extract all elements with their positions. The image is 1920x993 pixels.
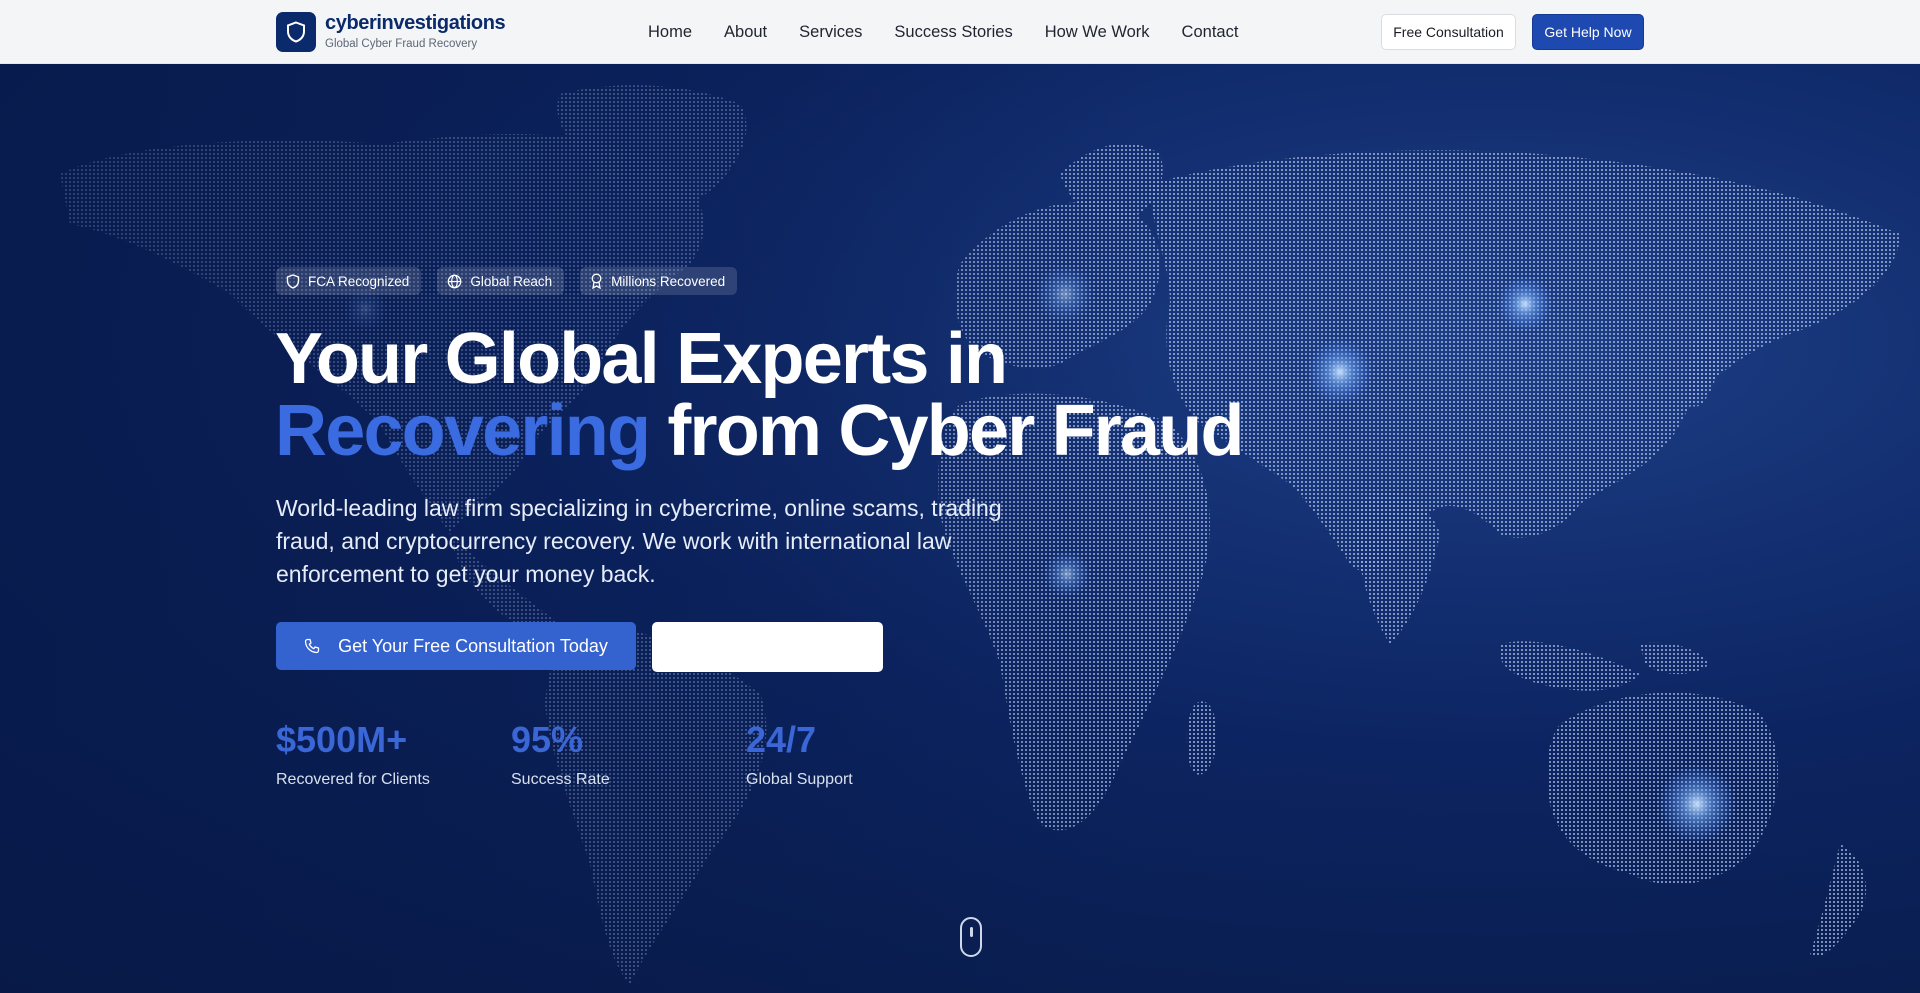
free-consultation-cta-button[interactable]: Get Your Free Consultation Today bbox=[276, 622, 636, 670]
stat-value: $500M+ bbox=[276, 719, 408, 760]
shield-icon bbox=[286, 273, 300, 289]
globe-icon bbox=[447, 274, 462, 288]
nav-services[interactable]: Services bbox=[799, 19, 862, 45]
scroll-down-indicator[interactable] bbox=[960, 917, 982, 957]
nav-about[interactable]: About bbox=[724, 19, 767, 45]
shield-icon bbox=[276, 12, 316, 52]
free-consultation-button[interactable]: Free Consultation bbox=[1381, 14, 1516, 50]
stat-label: Recovered for Clients bbox=[276, 771, 430, 788]
award-icon bbox=[591, 273, 602, 289]
badge-label: Global Reach bbox=[470, 273, 553, 289]
badge-global: Global Reach bbox=[437, 267, 565, 295]
phone-icon bbox=[304, 638, 320, 654]
stat-support: 24/7 Global Support bbox=[746, 718, 981, 789]
hero-headline: Your Global Experts in Recovering from C… bbox=[275, 323, 1275, 467]
hero-description: World-leading law firm specializing in c… bbox=[276, 495, 1002, 587]
stat-label: Success Rate bbox=[511, 771, 610, 788]
nav-success-stories[interactable]: Success Stories bbox=[894, 19, 1012, 45]
hero-stats: $500M+ Recovered for Clients 95% Success… bbox=[276, 718, 981, 789]
stat-label: Global Support bbox=[746, 771, 853, 788]
brand-logo[interactable]: cyberinvestigations Global Cyber Fraud R… bbox=[276, 12, 506, 52]
stat-success-rate: 95% Success Rate bbox=[511, 718, 746, 789]
headline-accent: Recovering bbox=[275, 391, 651, 471]
badge-millions: Millions Recovered bbox=[580, 267, 738, 295]
nav-contact[interactable]: Contact bbox=[1182, 19, 1239, 45]
trust-badges: FCA Recognized Global Reach Millions Rec… bbox=[276, 267, 753, 295]
brand-tagline: Global Cyber Fraud Recovery bbox=[325, 38, 478, 50]
main-nav: Home About Services Success Stories How … bbox=[632, 19, 1254, 45]
nav-how-we-work[interactable]: How We Work bbox=[1045, 19, 1150, 45]
mouse-wheel-icon bbox=[970, 927, 973, 937]
secondary-cta-button[interactable] bbox=[652, 622, 883, 672]
headline-line-1: Your Global Experts in bbox=[275, 319, 1008, 399]
site-header: cyberinvestigations Global Cyber Fraud R… bbox=[0, 0, 1920, 64]
badge-label: Millions Recovered bbox=[611, 273, 726, 289]
badge-fca: FCA Recognized bbox=[276, 267, 422, 295]
cta-label: Get Your Free Consultation Today bbox=[338, 635, 608, 656]
headline-line-2: from Cyber Fraud bbox=[649, 391, 1244, 471]
stat-value: 24/7 bbox=[746, 719, 817, 760]
stat-value: 95% bbox=[511, 719, 584, 760]
get-help-now-button[interactable]: Get Help Now bbox=[1532, 14, 1644, 50]
brand-name: cyberinvestigations bbox=[325, 12, 506, 34]
nav-home[interactable]: Home bbox=[648, 19, 692, 45]
stat-recovered: $500M+ Recovered for Clients bbox=[276, 718, 511, 789]
badge-label: FCA Recognized bbox=[308, 273, 410, 289]
